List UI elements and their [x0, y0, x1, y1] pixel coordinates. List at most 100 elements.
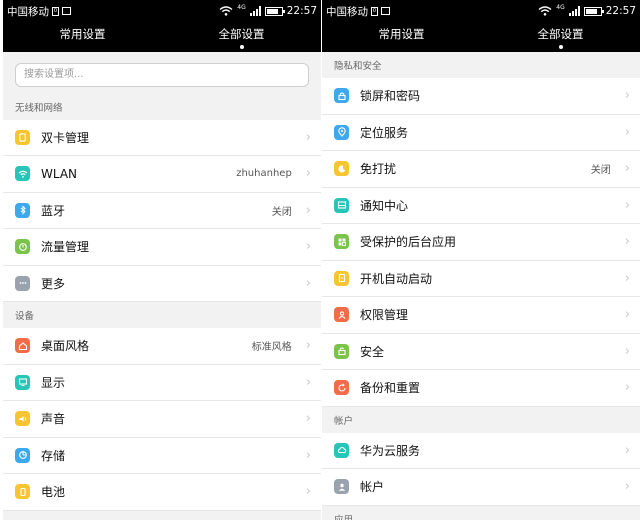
data-usage-icon [15, 239, 30, 255]
clock: 22:57 [605, 5, 636, 17]
settings-row-value: 关闭 [590, 165, 611, 177]
settings-row-label: 免打扰 [360, 162, 397, 177]
settings-row-label: 备份和重置 [360, 381, 421, 396]
tab-all-settings[interactable]: 全部设置 [481, 22, 640, 52]
status-bar: 中国移动 0 4G 22:57 [322, 0, 640, 22]
settings-row-label: WLAN [41, 166, 78, 181]
moon-icon [334, 161, 349, 177]
chevron-right-icon: › [624, 479, 630, 495]
lock-screen-icon [334, 88, 349, 104]
battery-status-icon [264, 6, 285, 16]
settings-row-cloud[interactable]: 华为云服务 › [322, 432, 640, 469]
signal-icon [249, 6, 261, 16]
tab-common-settings[interactable]: 常用设置 [322, 22, 481, 52]
chevron-right-icon: › [624, 343, 630, 359]
settings-group: 华为云服务 › 帐户 › [322, 432, 640, 506]
section-header: 帐户 [322, 406, 640, 433]
left-screen: 中国移动 0 4G 22:57 常用设置 全部设置 无线和网络双卡管理› WLAN… [3, 0, 321, 520]
status-icons: 4G 22:57 [538, 5, 636, 17]
chevron-right-icon: › [624, 270, 630, 286]
cloud-icon [334, 442, 349, 458]
settings-row-label: 存储 [41, 448, 66, 463]
chevron-right-icon: › [624, 197, 630, 213]
chevron-right-icon: › [624, 380, 630, 396]
carrier-group: 中国移动 0 [7, 4, 71, 19]
tab-active-indicator [558, 44, 563, 49]
bluetooth-icon [15, 202, 30, 218]
settings-row-label: 显示 [41, 375, 66, 390]
sim-icon: 0 [371, 6, 378, 16]
section-header: 无线和网络 [3, 93, 321, 120]
settings-row-storage[interactable]: 存储 › [3, 437, 321, 474]
settings-list: 无线和网络双卡管理 › WLAN zhuhanhep › 蓝牙 关闭 › 流量管理 › 更多 › 设备桌… [3, 52, 321, 511]
tab-all-settings[interactable]: 全部设置 [162, 22, 321, 52]
signal-icon [568, 6, 580, 16]
tab-label: 常用设置 [378, 26, 425, 41]
settings-row-value: zhuhanhep [236, 168, 292, 180]
settings-row-backup[interactable]: 备份和重置 › [322, 370, 640, 407]
settings-row-label: 定位服务 [360, 125, 409, 140]
settings-row-label: 受保护的后台应用 [360, 235, 457, 250]
chevron-right-icon: › [624, 307, 630, 323]
carrier-group: 中国移动 0 [326, 4, 390, 19]
settings-row-home[interactable]: 桌面风格 标准风格 › [3, 328, 321, 365]
settings-row-value: 关闭 [271, 206, 292, 218]
settings-row-label: 安全 [360, 344, 385, 359]
settings-row-location[interactable]: 定位服务 › [322, 114, 640, 151]
settings-group: 桌面风格 标准风格 › 显示 › 声音 › 存储 › 电池 › [3, 328, 321, 511]
settings-row-wifi[interactable]: WLAN zhuhanhep › [3, 156, 321, 193]
chevron-right-icon: › [305, 129, 311, 145]
chevron-right-icon: › [305, 374, 311, 390]
settings-group: 锁屏和密码 › 定位服务 › 免打扰 关闭 › 通知中心 › 受保护的后台应用 › 开机自动启动 › 权限… [322, 78, 640, 407]
home-icon [15, 338, 30, 354]
battery-icon [15, 484, 30, 500]
settings-group: 双卡管理 › WLAN zhuhanhep › 蓝牙 关闭 › 流量管理 › 更多 › [3, 119, 321, 302]
settings-row-notification[interactable]: 通知中心 › [322, 187, 640, 224]
settings-row-display[interactable]: 显示 › [3, 364, 321, 401]
section-header: 隐私和安全 [322, 52, 640, 78]
sound-icon [15, 411, 30, 427]
wifi-icon [15, 166, 30, 182]
tab-bar: 常用设置 全部设置 [322, 22, 640, 52]
clock: 22:57 [286, 5, 317, 17]
chevron-right-icon: › [624, 442, 630, 458]
protected-apps-icon [334, 234, 349, 250]
left-sections: 无线和网络 双卡管理 › WLAN zhuhanhep › 蓝牙 关闭 › 流量管理 › 更多 › 设备桌… [3, 93, 321, 511]
tab-common-settings[interactable]: 常用设置 [3, 22, 162, 52]
settings-row-more[interactable]: 更多 › [3, 265, 321, 302]
settings-row-startup[interactable]: 开机自动启动 › [322, 260, 640, 297]
chevron-right-icon: › [305, 202, 311, 218]
chevron-right-icon: › [624, 88, 630, 104]
settings-row-label: 通知中心 [360, 198, 409, 213]
tab-label: 常用设置 [59, 26, 106, 41]
chevron-right-icon: › [305, 239, 311, 255]
chevron-right-icon: › [305, 275, 311, 291]
settings-row-sim-card[interactable]: 双卡管理 › [3, 119, 321, 156]
right-sections: 隐私和安全 锁屏和密码 › 定位服务 › 免打扰 关闭 › 通知中心 › 受保护的后台应用 › 开机自动… [322, 52, 640, 520]
settings-row-data-usage[interactable]: 流量管理 › [3, 229, 321, 266]
settings-row-label: 华为云服务 [360, 443, 421, 458]
sim-icon: 0 [52, 6, 59, 16]
search-input[interactable] [15, 62, 309, 87]
chevron-right-icon: › [305, 338, 311, 354]
settings-row-permission[interactable]: 权限管理 › [322, 297, 640, 334]
settings-row-lock-screen[interactable]: 锁屏和密码 › [322, 78, 640, 115]
settings-row-account[interactable]: 帐户 › [322, 469, 640, 506]
status-bar: 中国移动 0 4G 22:57 [3, 0, 321, 22]
settings-row-battery[interactable]: 电池 › [3, 474, 321, 511]
settings-row-sound[interactable]: 声音 › [3, 401, 321, 438]
settings-row-label: 电池 [41, 485, 66, 500]
settings-row-bluetooth[interactable]: 蓝牙 关闭 › [3, 192, 321, 229]
battery-status-icon [583, 6, 604, 16]
display-icon [15, 374, 30, 390]
settings-row-label: 更多 [41, 276, 66, 291]
settings-list: 隐私和安全 锁屏和密码 › 定位服务 › 免打扰 关闭 › 通知中心 › 受保护的后台应用 › 开机自动… [322, 52, 640, 520]
settings-row-protected-apps[interactable]: 受保护的后台应用 › [322, 224, 640, 261]
right-screen: 中国移动 0 4G 22:57 常用设置 全部设置 隐私和安全 锁屏和密码 › 定位服… [322, 0, 640, 520]
search-bar [3, 52, 321, 94]
settings-row-label: 开机自动启动 [360, 271, 433, 286]
section-header: 设备 [3, 302, 321, 328]
settings-row-security[interactable]: 安全 › [322, 333, 640, 370]
settings-row-moon[interactable]: 免打扰 关闭 › [322, 151, 640, 188]
image-notification-icon [381, 7, 390, 15]
